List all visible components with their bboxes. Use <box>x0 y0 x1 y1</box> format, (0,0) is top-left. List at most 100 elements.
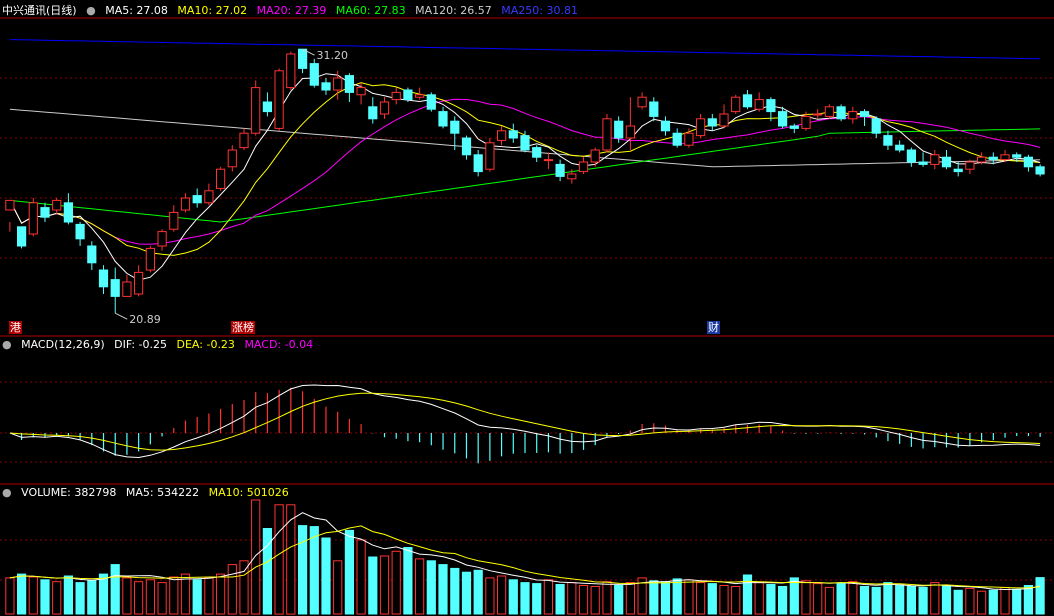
volume-bar <box>497 575 507 615</box>
candle <box>824 106 834 117</box>
volume-bar <box>110 564 120 615</box>
candle <box>180 197 191 211</box>
candle <box>871 118 881 134</box>
ma5-label: MA5: 27.08 <box>105 4 168 17</box>
candle <box>321 82 331 91</box>
volume-bar <box>450 567 460 615</box>
candle <box>63 202 74 223</box>
volume-bar <box>625 582 635 615</box>
candle <box>298 48 308 69</box>
low-marker-line <box>115 312 128 320</box>
candle <box>778 111 788 127</box>
candle <box>356 87 366 96</box>
candle <box>965 161 975 170</box>
stock-name: 中兴通讯(日线) <box>2 4 77 17</box>
event-tag-mid[interactable]: 涨榜 <box>231 321 255 334</box>
candle <box>134 271 144 295</box>
volume-bar <box>1000 586 1010 615</box>
volume-bar <box>977 590 987 615</box>
volume-bar <box>415 558 425 615</box>
macd-settings-icon[interactable]: ● <box>2 338 12 351</box>
volume-bar <box>473 569 483 615</box>
volume-bar <box>333 560 343 615</box>
candle <box>497 130 507 141</box>
volume-bar <box>883 582 893 615</box>
candle <box>344 75 354 93</box>
candle <box>40 207 50 218</box>
volume-settings-icon[interactable]: ● <box>2 486 12 499</box>
candle <box>848 111 858 120</box>
candle <box>520 135 530 151</box>
candle <box>602 118 612 151</box>
candle <box>742 94 753 108</box>
candle <box>333 77 343 91</box>
volume-bar <box>848 581 858 615</box>
volume-bar <box>216 573 226 615</box>
event-tag-right[interactable]: 财 <box>707 321 720 334</box>
kline-chart[interactable]: 31.20 20.89 <box>0 0 1054 616</box>
candle <box>508 130 518 139</box>
candle <box>216 168 226 189</box>
volume-bar <box>965 587 975 615</box>
candle <box>239 132 249 149</box>
candle <box>274 70 284 129</box>
candle <box>649 101 659 117</box>
volume-bar <box>157 582 167 615</box>
volume-bar <box>262 528 272 615</box>
candle <box>731 96 741 113</box>
volume-bar <box>602 581 612 615</box>
volume-bar <box>906 586 916 615</box>
candle <box>883 135 893 146</box>
volume-bar <box>145 579 156 615</box>
candle <box>1035 166 1045 175</box>
candle <box>438 111 448 127</box>
volume-bar <box>192 579 202 615</box>
macd-value: MACD: -0.04 <box>244 338 314 351</box>
candle <box>403 89 413 101</box>
volume-header: ● VOLUME: 382798 MA5: 534222 MA10: 50102… <box>2 486 295 500</box>
volume-ma5: MA5: 534222 <box>125 486 200 499</box>
volume-bar <box>649 580 659 615</box>
volume-bar <box>813 583 823 615</box>
candle <box>1000 154 1010 161</box>
candle <box>5 199 15 211</box>
candle <box>169 211 179 230</box>
volume-bar <box>204 577 214 615</box>
volume-bar <box>520 582 530 615</box>
candle <box>415 94 425 98</box>
candle <box>918 161 928 165</box>
volume-bar <box>169 576 179 615</box>
ma250-label: MA250: 30.81 <box>501 4 579 17</box>
candle <box>379 101 390 115</box>
candle <box>17 226 27 247</box>
volume-bar <box>28 576 38 615</box>
volume-bar <box>859 586 870 615</box>
volume-bar <box>555 584 565 615</box>
volume-bar <box>426 560 436 615</box>
volume-bar <box>754 582 764 615</box>
candle <box>578 161 589 173</box>
volume-bar <box>63 575 74 615</box>
candle <box>75 223 85 240</box>
volume-bar <box>309 526 319 615</box>
candle <box>98 269 109 288</box>
candle <box>87 245 97 264</box>
ma10-label: MA10: 27.02 <box>177 4 248 17</box>
volume-bar <box>953 589 963 615</box>
candle <box>192 195 202 204</box>
volume-bar <box>75 582 85 615</box>
candle <box>145 247 156 271</box>
volume-bar <box>368 556 378 615</box>
volume-bar <box>731 586 741 615</box>
ma5-line <box>9 73 1041 281</box>
settings-icon[interactable]: ● <box>86 4 96 17</box>
candle <box>696 118 706 137</box>
volume-bar <box>871 586 881 615</box>
candle <box>766 99 776 113</box>
volume-bar <box>836 583 846 615</box>
event-tag-left[interactable]: 港 <box>9 321 22 334</box>
volume-bar <box>52 581 62 615</box>
candle <box>122 281 132 297</box>
ma60-label: MA60: 27.83 <box>335 4 406 17</box>
volume-bar <box>707 583 717 615</box>
